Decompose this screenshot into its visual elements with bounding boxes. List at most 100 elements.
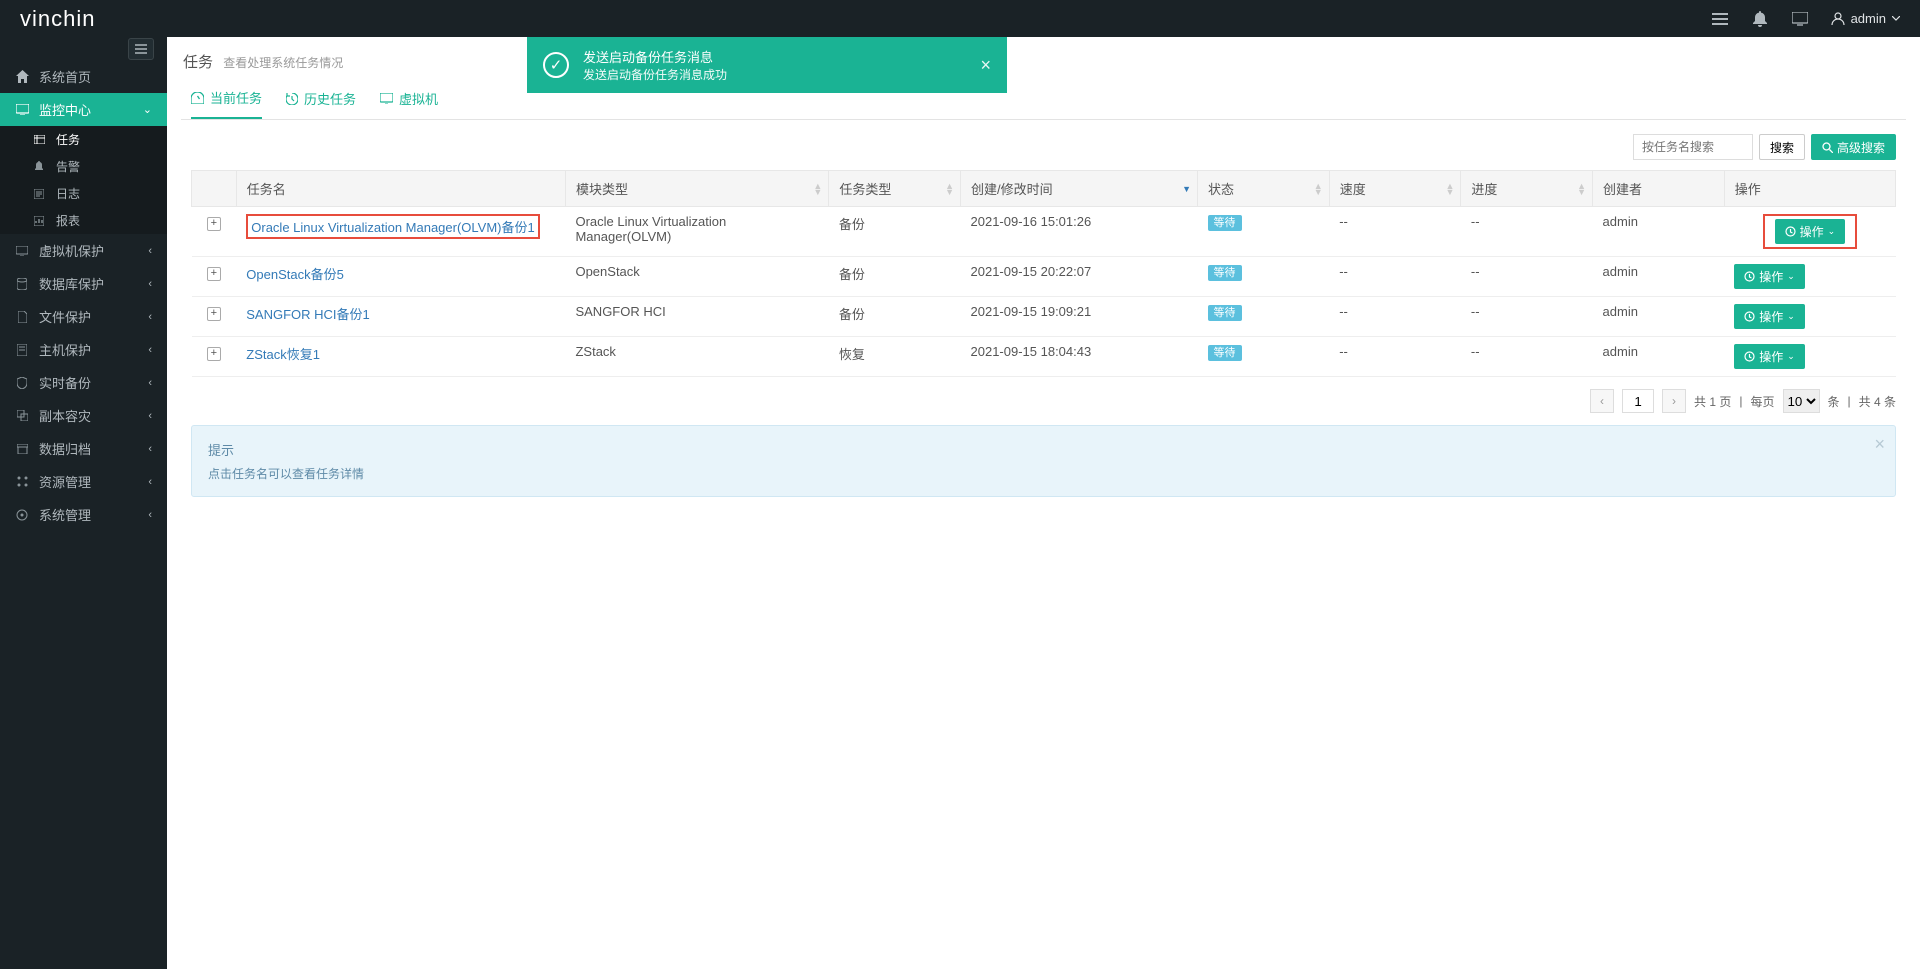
task-name-link[interactable]: Oracle Linux Virtualization Manager(OLVM… (246, 214, 539, 239)
page-title: 任务 查看处理系统任务情况 (183, 51, 1906, 72)
sidebar-item-home[interactable]: 系统首页 (0, 60, 167, 93)
expand-row-button[interactable]: + (207, 217, 221, 231)
task-icon (32, 135, 46, 144)
tab-current-tasks[interactable]: 当前任务 (191, 88, 262, 119)
list-icon[interactable] (1711, 10, 1729, 28)
sidebar-item-file-protect[interactable]: 文件保护 ‹ (0, 300, 167, 333)
col-type[interactable]: 任务类型▲▼ (829, 171, 961, 207)
notification-toast: ✓ 发送启动备份任务消息 发送启动备份任务消息成功 × (527, 37, 1007, 93)
topbar-right: admin (1711, 10, 1900, 28)
sidebar-item-alarm[interactable]: 告警 (0, 153, 167, 180)
cell-time: 2021-09-15 20:22:07 (961, 257, 1198, 297)
col-status[interactable]: 状态▲▼ (1198, 171, 1330, 207)
tab-current-label: 当前任务 (210, 88, 262, 107)
col-speed[interactable]: 速度▲▼ (1329, 171, 1461, 207)
cell-status: 等待 (1198, 257, 1330, 297)
col-creator[interactable]: 创建者 (1593, 171, 1725, 207)
search-button[interactable]: 搜索 (1759, 134, 1805, 160)
sidebar-item-monitor[interactable]: 监控中心 ⌄ (0, 93, 167, 126)
cell-speed: -- (1329, 297, 1461, 337)
cell-speed: -- (1329, 257, 1461, 297)
cell-speed: -- (1329, 337, 1461, 377)
row-action-button[interactable]: 操作 ⌄ (1734, 304, 1805, 329)
expand-row-button[interactable]: + (207, 347, 221, 361)
sidebar-item-archive[interactable]: 数据归档 ‹ (0, 432, 167, 465)
pager-total-pages: 共 1 页 (1694, 393, 1731, 410)
cell-time: 2021-09-15 19:09:21 (961, 297, 1198, 337)
sidebar-item-replica[interactable]: 副本容灾 ‹ (0, 399, 167, 432)
user-icon (1831, 12, 1845, 26)
cell-time: 2021-09-16 15:01:26 (961, 207, 1198, 257)
expand-row-button[interactable]: + (207, 307, 221, 321)
action-icon (1744, 271, 1755, 282)
sidebar-item-host-protect[interactable]: 主机保护 ‹ (0, 333, 167, 366)
hamburger-icon (135, 44, 147, 54)
sidebar-item-log[interactable]: 日志 (0, 180, 167, 207)
alarm-icon (32, 161, 46, 172)
tab-history-tasks[interactable]: 历史任务 (286, 88, 356, 119)
sidebar-task-label: 任务 (56, 131, 80, 148)
pager-items-label: 条 (1828, 393, 1840, 410)
col-progress[interactable]: 进度▲▼ (1461, 171, 1593, 207)
sidebar-item-report[interactable]: 报表 (0, 207, 167, 234)
table-row: + Oracle Linux Virtualization Manager(OLV… (192, 207, 1896, 257)
status-badge: 等待 (1208, 305, 1242, 321)
action-icon (1744, 311, 1755, 322)
expand-row-button[interactable]: + (207, 267, 221, 281)
page-title-main: 任务 (183, 54, 213, 71)
sidebar-item-vm-protect[interactable]: 虚拟机保护 ‹ (0, 234, 167, 267)
task-name-link[interactable]: OpenStack备份5 (246, 267, 344, 282)
pagination: ‹ › 共 1 页 | 每页 10 条 | 共 4 条 (191, 389, 1896, 413)
task-name-link[interactable]: ZStack恢复1 (246, 347, 320, 362)
pager-select[interactable]: 10 (1783, 389, 1820, 413)
col-time[interactable]: 创建/修改时间▼ (961, 171, 1198, 207)
tip-title: 提示 (208, 440, 1879, 459)
pager-prev-button[interactable]: ‹ (1590, 389, 1614, 413)
toast-close-button[interactable]: × (980, 55, 991, 76)
row-action-button[interactable]: 操作 ⌄ (1734, 344, 1805, 369)
col-task-name[interactable]: 任务名 (236, 171, 565, 207)
advanced-search-button[interactable]: 高级搜索 (1811, 134, 1896, 160)
chevron-left-icon: ‹ (148, 311, 152, 323)
dashboard-icon (191, 92, 204, 104)
sidebar-host-label: 主机保护 (39, 340, 91, 359)
check-circle-icon: ✓ (543, 52, 569, 78)
sidebar-item-task[interactable]: 任务 (0, 126, 167, 153)
search-input[interactable] (1633, 134, 1753, 160)
table-row: +ZStack恢复1ZStack恢复2021-09-15 18:04:43等待-… (192, 337, 1896, 377)
sidebar-toggle-button[interactable] (128, 38, 154, 60)
topbar: vinchin admin (0, 0, 1920, 37)
sidebar-vm-label: 虚拟机保护 (39, 241, 104, 260)
tasks-table: 任务名 模块类型▲▼ 任务类型▲▼ 创建/修改时间▼ 状态▲▼ 速度▲▼ 进度▲… (191, 170, 1896, 377)
sidebar-item-resource[interactable]: 资源管理 ‹ (0, 465, 167, 498)
pager-page-input[interactable] (1622, 389, 1654, 413)
tab-vm[interactable]: 虚拟机 (380, 88, 438, 119)
vm-tab-icon (380, 93, 393, 104)
cell-status: 等待 (1198, 207, 1330, 257)
sidebar-db-label: 数据库保护 (39, 274, 104, 293)
monitor-icon[interactable] (1791, 10, 1809, 28)
cell-type: 备份 (829, 297, 961, 337)
chevron-left-icon: ‹ (148, 443, 152, 455)
sidebar-item-realtime[interactable]: 实时备份 ‹ (0, 366, 167, 399)
action-icon (1785, 226, 1796, 237)
chevron-left-icon: ‹ (148, 245, 152, 257)
cell-type: 备份 (829, 207, 961, 257)
sidebar-item-system[interactable]: 系统管理 ‹ (0, 498, 167, 531)
tip-text: 点击任务名可以查看任务详情 (208, 465, 1879, 482)
table-row: +OpenStack备份5OpenStack备份2021-09-15 20:22… (192, 257, 1896, 297)
bell-icon[interactable] (1751, 10, 1769, 28)
user-menu[interactable]: admin (1831, 11, 1900, 26)
row-action-button[interactable]: 操作 ⌄ (1775, 219, 1846, 244)
db-icon (15, 278, 29, 290)
sidebar-item-db-protect[interactable]: 数据库保护 ‹ (0, 267, 167, 300)
tip-close-button[interactable]: × (1874, 434, 1885, 455)
sidebar-toggle-row (0, 37, 167, 60)
task-name-link[interactable]: SANGFOR HCI备份1 (246, 307, 370, 322)
cell-creator: admin (1593, 297, 1725, 337)
search-row: 搜索 高级搜索 (191, 134, 1896, 160)
col-module[interactable]: 模块类型▲▼ (565, 171, 828, 207)
pager-next-button[interactable]: › (1662, 389, 1686, 413)
row-action-button[interactable]: 操作 ⌄ (1734, 264, 1805, 289)
tabs-bar: 当前任务 历史任务 虚拟机 (181, 76, 1906, 120)
